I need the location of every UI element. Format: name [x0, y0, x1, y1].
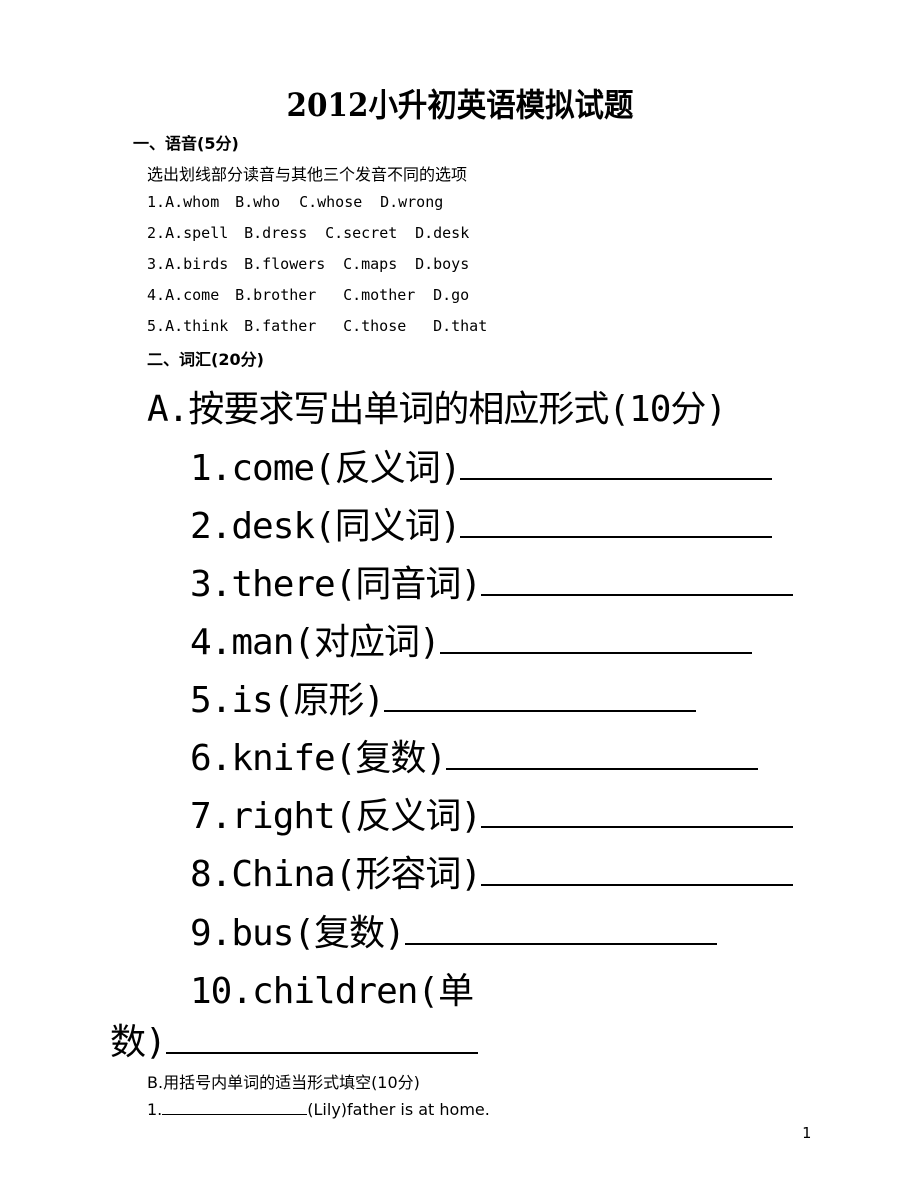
question-text: (Lily)father is at home. — [307, 1100, 490, 1119]
question-row: 4.A.come B.brother C.mother D.go — [147, 286, 469, 304]
answer-blank[interactable] — [404, 913, 717, 945]
option-d: D.go — [433, 286, 470, 304]
page-title: 2012小升初英语模拟试题 — [286, 86, 634, 124]
word-item: 9.bus(复数) — [190, 904, 717, 956]
option-b: B.dress — [244, 224, 308, 242]
question-number: 4. — [147, 286, 166, 304]
word-item: 8.China(形容词) — [190, 845, 794, 897]
word-item-prompt: 9.bus(复数) — [190, 913, 406, 954]
option-c: C.secret — [325, 224, 398, 242]
word-item-prompt: 数) — [110, 1022, 167, 1063]
partB-heading: B.用括号内单词的适当形式填空(10分) — [147, 1073, 420, 1092]
word-item: 3.there(同音词) — [190, 555, 794, 607]
option-a: A.birds — [165, 255, 229, 273]
word-item-prompt: 7.right(反义词) — [190, 796, 482, 837]
option-b: B.brother — [235, 286, 317, 304]
option-b: B.flowers — [244, 255, 326, 273]
option-a: A.come — [165, 286, 220, 304]
word-item: 6.knife(复数) — [190, 729, 759, 781]
answer-blank[interactable] — [481, 564, 794, 596]
answer-blank[interactable] — [165, 1022, 478, 1054]
page-number: 1 — [802, 1124, 812, 1142]
word-item-prompt: 5.is(原形) — [190, 680, 385, 721]
option-b: B.who — [235, 193, 281, 211]
answer-blank[interactable] — [481, 796, 794, 828]
question-number: 3. — [147, 255, 166, 273]
section1-instruction: 选出划线部分读音与其他三个发音不同的选项 — [147, 165, 468, 184]
option-c: C.those — [343, 317, 407, 335]
option-a: A.whom — [165, 193, 220, 211]
option-c: C.maps — [343, 255, 398, 273]
question-number: 2. — [147, 224, 166, 242]
answer-blank[interactable] — [162, 1100, 308, 1115]
option-c: C.whose — [299, 193, 363, 211]
word-item: 4.man(对应词) — [190, 613, 752, 665]
word-item-prompt: 1.come(反义词) — [190, 448, 461, 489]
answer-blank[interactable] — [446, 738, 759, 770]
word-item-prompt: 8.China(形容词) — [190, 854, 482, 895]
option-c: C.mother — [343, 286, 416, 304]
option-d: D.desk — [415, 224, 470, 242]
word-item-prompt: 6.knife(复数) — [190, 738, 447, 779]
word-item: 1.come(反义词) — [190, 439, 773, 491]
fill-question: 1. (Lily)father is at home. — [147, 1100, 490, 1119]
word-item-prompt: 4.man(对应词) — [190, 622, 441, 663]
word-item: 7.right(反义词) — [190, 787, 794, 839]
question-number: 1. — [147, 193, 166, 211]
word-item: 5.is(原形) — [190, 671, 697, 723]
answer-blank[interactable] — [384, 680, 697, 712]
question-number: 1. — [147, 1100, 163, 1119]
word-item-prompt: 3.there(同音词) — [190, 564, 482, 605]
question-row: 1.A.whom B.who C.whose D.wrong — [147, 193, 443, 211]
word-item-prompt: 2.desk(同义词) — [190, 506, 461, 547]
option-d: D.boys — [415, 255, 470, 273]
question-number: 5. — [147, 317, 166, 335]
question-row: 3.A.birds B.flowers C.maps D.boys — [147, 255, 469, 273]
word-item-continued: 数) — [110, 1013, 478, 1065]
answer-blank[interactable] — [481, 854, 794, 886]
option-d: D.wrong — [380, 193, 444, 211]
answer-blank[interactable] — [439, 622, 752, 654]
question-row: 2.A.spell B.dress C.secret D.desk — [147, 224, 469, 242]
option-a: A.spell — [165, 224, 229, 242]
word-item: 2.desk(同义词) — [190, 497, 773, 549]
answer-blank[interactable] — [460, 448, 773, 480]
answer-blank[interactable] — [460, 506, 773, 538]
option-a: A.think — [165, 317, 229, 335]
option-d: D.that — [433, 317, 488, 335]
option-b: B.father — [244, 317, 317, 335]
section2-heading: 二、词汇(20分) — [147, 350, 264, 369]
question-row: 5.A.think B.father C.those D.that — [147, 317, 487, 335]
partA-heading: A.按要求写出单词的相应形式(10分) — [147, 389, 727, 430]
word-item: 10.children(单 — [190, 971, 474, 1012]
section1-heading: 一、语音(5分) — [133, 134, 239, 153]
